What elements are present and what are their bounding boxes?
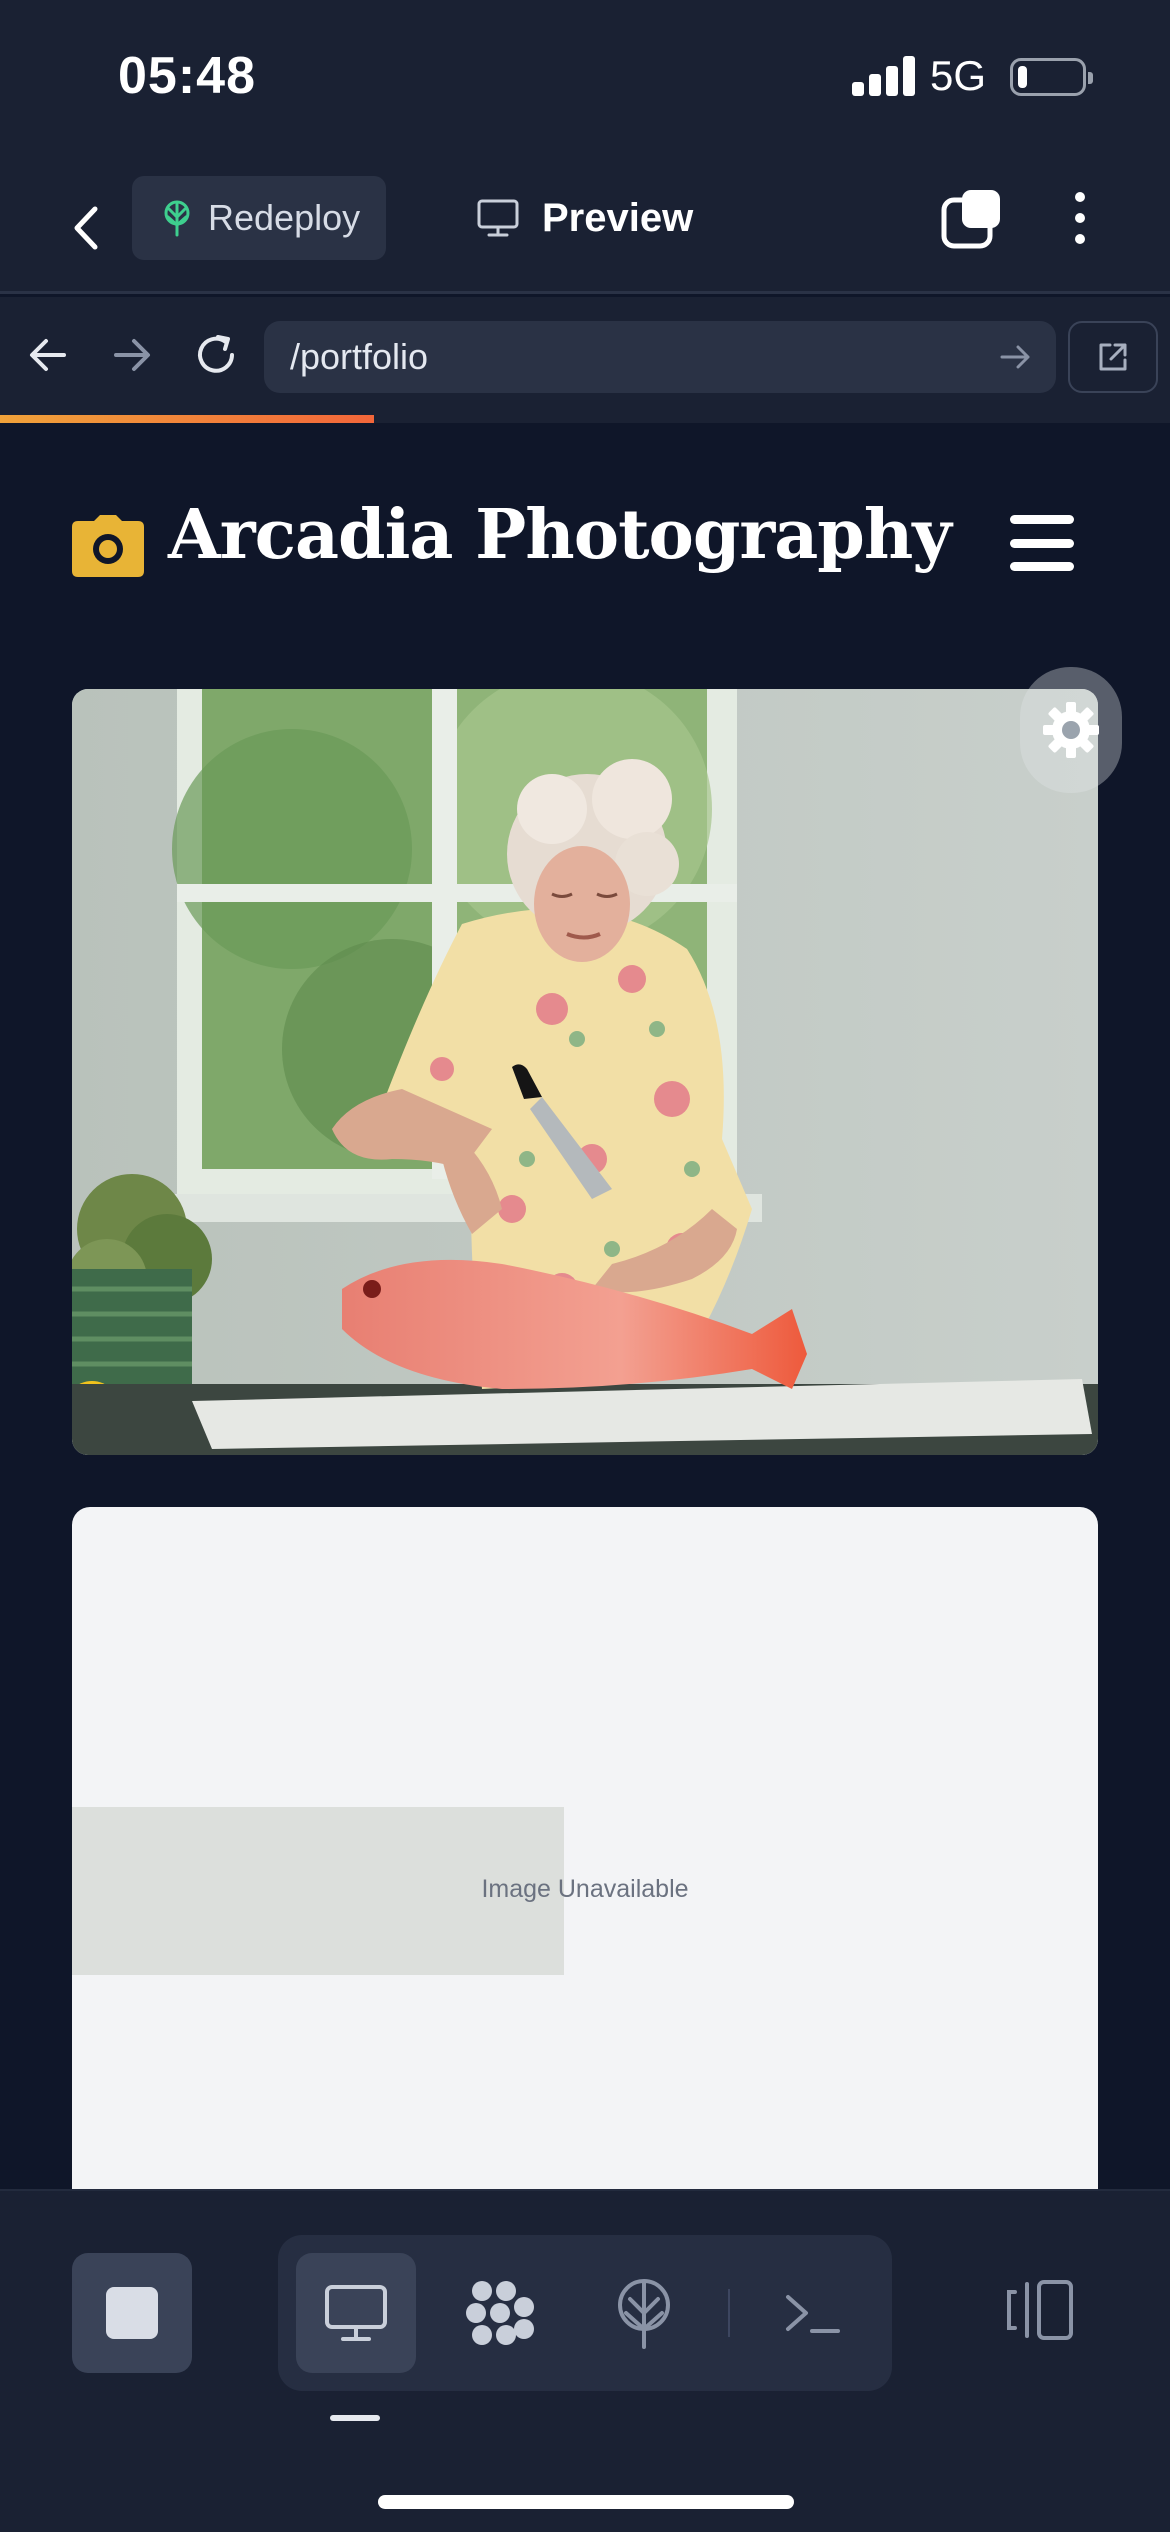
hamburger-icon (1010, 515, 1074, 524)
mode-switcher (278, 2235, 892, 2391)
external-link-icon (1099, 343, 1127, 371)
settings-button[interactable] (1020, 667, 1122, 793)
arrow-left-icon (30, 339, 66, 371)
battery-icon (1010, 58, 1093, 96)
preview-label: Preview (542, 195, 694, 240)
more-vertical-icon (1075, 192, 1085, 202)
page-load-progress-fill (0, 415, 375, 423)
photo-image (72, 689, 1098, 1455)
monitor-icon (325, 2285, 387, 2341)
deploy-icon (618, 2279, 670, 2349)
camera-icon[interactable] (72, 515, 144, 577)
url-field[interactable]: /portfolio (264, 321, 1056, 393)
app-toolbar: Redeploy Preview (0, 160, 1170, 294)
active-mode-indicator (330, 2415, 380, 2421)
mode-terminal-button[interactable] (752, 2253, 872, 2373)
tabs-button[interactable] (940, 186, 1004, 250)
split-layout-icon (1007, 2280, 1073, 2340)
mode-preview-button[interactable] (296, 2253, 416, 2373)
reload-button[interactable] (186, 325, 246, 385)
chevron-left-icon (74, 206, 98, 250)
page-load-progress (0, 415, 1170, 423)
network-type: 5G (930, 52, 987, 99)
menu-button[interactable] (1010, 515, 1074, 571)
deploy-tree-icon (164, 200, 190, 237)
redeploy-label: Redeploy (208, 197, 361, 238)
layout-toggle-button[interactable] (998, 2255, 1082, 2365)
arrow-right-icon (114, 339, 150, 371)
more-options-button[interactable] (1060, 186, 1100, 250)
site-header: Arcadia Photography (0, 423, 1170, 663)
web-content: Arcadia Photography Image Unavailable (0, 423, 1170, 2189)
portfolio-photo-broken[interactable]: Image Unavailable (72, 1507, 1098, 2189)
image-unavailable-text: Image Unavailable (481, 1875, 689, 1903)
portfolio-photo[interactable] (72, 689, 1098, 1455)
gear-icon (1043, 702, 1099, 758)
url-text: /portfolio (290, 336, 429, 377)
mode-deploy-button[interactable] (584, 2253, 704, 2373)
stop-button[interactable] (72, 2253, 192, 2373)
browser-bar: /portfolio (0, 297, 1170, 415)
monitor-icon (477, 199, 519, 237)
bottom-dock (0, 2189, 1170, 2532)
preview-button[interactable]: Preview (476, 176, 693, 260)
status-time: 05:48 (118, 47, 256, 105)
home-indicator (378, 2495, 794, 2509)
site-title[interactable]: Arcadia Photography (168, 495, 952, 575)
signal-strength-icon (852, 56, 916, 96)
redeploy-button[interactable]: Redeploy (132, 176, 386, 260)
status-bar: 05:48 5G (0, 0, 1170, 160)
nodes-icon (466, 2281, 534, 2345)
stop-icon (106, 2287, 158, 2339)
terminal-icon (786, 2295, 840, 2333)
tabs-icon (941, 190, 1000, 249)
back-button[interactable] (56, 188, 116, 268)
browser-forward-button[interactable] (102, 325, 162, 385)
go-arrow-icon[interactable] (998, 339, 1034, 375)
reload-icon (198, 335, 234, 373)
open-external-button[interactable] (1068, 321, 1158, 393)
mode-nodes-button[interactable] (440, 2253, 560, 2373)
browser-back-button[interactable] (18, 325, 78, 385)
mode-divider (728, 2289, 730, 2337)
